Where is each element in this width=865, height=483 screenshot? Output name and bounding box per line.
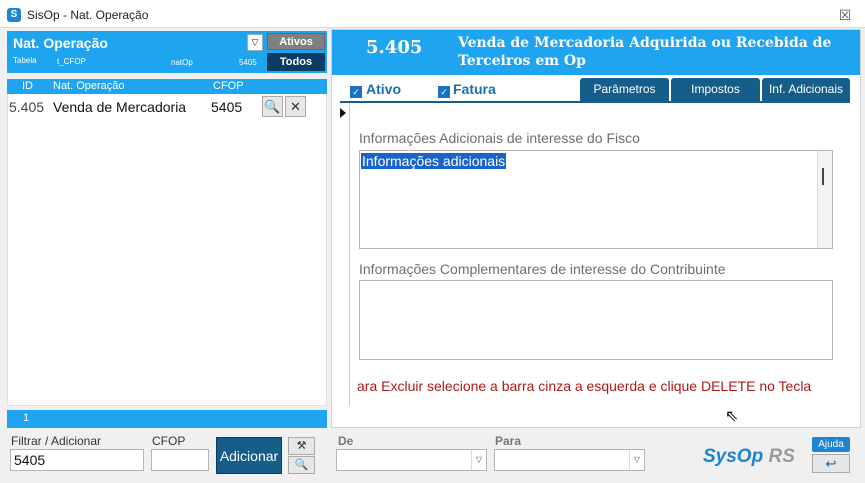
column-header-cfop: CFOP bbox=[213, 80, 244, 92]
detail-code: 5.405 bbox=[366, 37, 423, 58]
tools-icon[interactable]: ⚒ bbox=[288, 437, 315, 455]
para-select[interactable] bbox=[494, 449, 645, 471]
app-logo-icon: S bbox=[7, 8, 21, 22]
ativo-checkbox[interactable]: ✓ bbox=[350, 86, 362, 98]
para-chevron-down-icon[interactable]: ▽ bbox=[629, 450, 644, 470]
row-cfop: 5405 bbox=[211, 99, 243, 115]
row-natop: Venda de Mercadoria bbox=[53, 99, 187, 115]
sysop-logo: SysOp RS bbox=[703, 446, 795, 468]
filter-input[interactable]: 5405 bbox=[10, 449, 144, 471]
list-title: Nat. Operação bbox=[13, 35, 108, 51]
record-list bbox=[7, 79, 327, 406]
logo-main: SysOp bbox=[703, 446, 764, 467]
para-label: Para bbox=[495, 434, 522, 448]
list-footer bbox=[7, 410, 327, 428]
window-title: SisOp - Nat. Operação bbox=[27, 8, 149, 22]
contrib-memo[interactable] bbox=[359, 280, 833, 360]
filter-label: Filtrar / Adicionar bbox=[11, 434, 102, 448]
tab-impostos[interactable]: Impostos bbox=[671, 78, 760, 101]
record-count: 1 bbox=[23, 412, 30, 424]
delete-record-icon[interactable]: ✕ bbox=[285, 96, 306, 117]
add-button[interactable]: Adicionar bbox=[216, 437, 282, 474]
text-caret bbox=[822, 168, 824, 185]
view-record-icon[interactable]: 🔍 bbox=[262, 96, 283, 117]
chevron-down-icon[interactable]: ▽ bbox=[247, 34, 263, 51]
fisco-text: Informações adicionais bbox=[361, 153, 507, 169]
column-header-id: ID bbox=[22, 80, 33, 92]
tab-underline bbox=[340, 101, 850, 103]
ativo-label: Ativo bbox=[366, 81, 401, 97]
field-value: 5405 bbox=[239, 58, 257, 67]
record-selector-bar[interactable] bbox=[336, 103, 350, 406]
fisco-scrollbar[interactable] bbox=[817, 151, 832, 248]
delete-hint: ara Excluir selecione a barra cinza a es… bbox=[357, 378, 812, 394]
fatura-checkbox[interactable]: ✓ bbox=[438, 86, 450, 98]
todos-button[interactable]: Todos bbox=[267, 53, 325, 71]
detail-description: Venda de Mercadoria Adquirida ou Recebid… bbox=[458, 35, 832, 69]
row-id: 5.405 bbox=[9, 99, 45, 115]
ativos-button[interactable]: Ativos bbox=[267, 33, 325, 50]
record-pointer-icon bbox=[340, 108, 346, 118]
field-name: natOp bbox=[171, 58, 193, 67]
fisco-label: Informações Adicionais de interesse do F… bbox=[359, 130, 640, 146]
tabela-label: Tabela bbox=[13, 56, 37, 65]
close-icon[interactable]: ☒ bbox=[836, 7, 854, 23]
mouse-cursor-icon: ⇖ bbox=[725, 408, 739, 425]
ajuda-button[interactable]: Ajuda bbox=[812, 437, 850, 452]
contrib-label: Informações Complementares de interesse … bbox=[359, 261, 726, 277]
tab-inf-adicionais[interactable]: Inf. Adicionais bbox=[762, 78, 850, 101]
cfop-label: CFOP bbox=[152, 434, 186, 448]
de-label: De bbox=[338, 434, 354, 448]
tabela-value: t_CFOP bbox=[57, 57, 86, 66]
fatura-label: Fatura bbox=[453, 81, 496, 97]
de-chevron-down-icon[interactable]: ▽ bbox=[471, 450, 486, 470]
back-icon[interactable]: ↩ bbox=[812, 454, 850, 473]
tab-parametros[interactable]: Parâmetros bbox=[580, 78, 669, 101]
cfop-input[interactable] bbox=[151, 449, 209, 471]
logo-suffix: RS bbox=[763, 446, 795, 467]
search-icon[interactable]: 🔍 bbox=[288, 456, 315, 474]
column-header-natop: Nat. Operação bbox=[53, 80, 125, 92]
de-select[interactable] bbox=[336, 449, 487, 471]
